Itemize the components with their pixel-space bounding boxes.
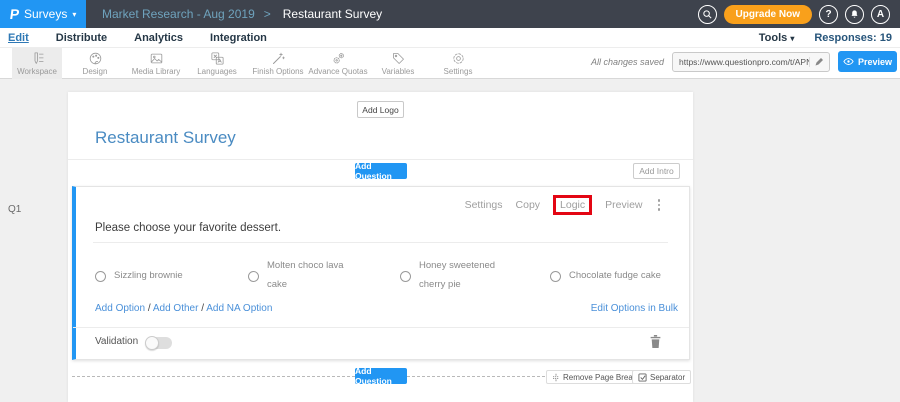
search-icon [702, 9, 713, 20]
toolbar-item-design[interactable]: Design [69, 48, 121, 79]
option-links: Add Option / Add Other / Add NA Option [95, 303, 272, 314]
radio-button[interactable] [550, 271, 561, 282]
survey-title[interactable]: Restaurant Survey [95, 128, 236, 148]
upgrade-now-button[interactable]: Upgrade Now [724, 5, 812, 24]
survey-url-value: https://www.questionpro.com/t/APNrFZ [679, 57, 809, 67]
breadcrumb-separator: > [264, 7, 271, 21]
tab-analytics[interactable]: Analytics [134, 32, 183, 44]
avatar[interactable]: A [871, 5, 890, 24]
workspace-icon [30, 51, 45, 66]
toolbar-item-workspace[interactable]: Workspace [12, 48, 62, 79]
radio-button[interactable] [400, 271, 411, 282]
toolbar-item-advance-quotas[interactable]: Advance Quotas [303, 48, 373, 79]
question-settings-button[interactable]: Settings [465, 199, 503, 211]
option-label[interactable]: Honey sweetened cherry pie [419, 257, 511, 294]
add-option-link[interactable]: Add Option [95, 303, 145, 314]
help-button[interactable]: ? [819, 5, 838, 24]
option-label[interactable]: Sizzling brownie [114, 267, 206, 286]
chevron-down-icon: ▾ [790, 34, 794, 43]
search-button[interactable] [698, 5, 717, 24]
option-label[interactable]: Chocolate fudge cake [569, 267, 661, 286]
topbar-actions: Upgrade Now ? A [698, 5, 900, 24]
delete-question-button[interactable] [649, 334, 662, 354]
toggle-knob [145, 336, 159, 350]
edit-url-button[interactable] [809, 57, 824, 67]
breadcrumb-current: Restaurant Survey [283, 7, 382, 21]
add-na-option-link[interactable]: Add NA Option [206, 303, 272, 314]
notifications-button[interactable] [845, 5, 864, 24]
save-status: All changes saved [591, 57, 664, 67]
question-preview-button[interactable]: Preview [605, 199, 642, 211]
add-question-button-bottom[interactable]: Add Question [355, 368, 407, 384]
add-other-link[interactable]: Add Other [153, 303, 199, 314]
magic-wand-icon [271, 51, 286, 66]
tab-integration[interactable]: Integration [210, 32, 267, 44]
add-intro-button[interactable]: Add Intro [633, 163, 680, 179]
remove-page-break-button[interactable]: Remove Page Break [546, 370, 643, 384]
add-question-button-top[interactable]: Add Question [355, 163, 407, 179]
gears-icon [331, 51, 346, 66]
question-text[interactable]: Please choose your favorite dessert. [95, 222, 281, 234]
toolbar-item-languages[interactable]: Languages [191, 48, 243, 79]
question-copy-button[interactable]: Copy [516, 199, 541, 211]
palette-icon [88, 51, 103, 66]
checkbox-checked-icon [638, 373, 647, 382]
validation-divider [73, 327, 689, 328]
toolbar-item-settings[interactable]: Settings [433, 48, 483, 79]
answer-option-4: Chocolate fudge cake [550, 255, 661, 297]
edit-options-in-bulk-link[interactable]: Edit Options in Bulk [591, 303, 678, 314]
add-logo-button[interactable]: Add Logo [357, 101, 404, 118]
survey-url-field[interactable]: https://www.questionpro.com/t/APNrFZ [672, 52, 830, 72]
answer-option-3: Honey sweetened cherry pie [400, 255, 511, 297]
question-more-menu[interactable] [656, 197, 663, 213]
pencil-icon [814, 57, 824, 67]
chevron-down-icon: ▾ [72, 10, 76, 19]
questionpro-survey-editor: P Surveys ▾ Market Research - Aug 2019 >… [0, 0, 900, 402]
link-separator: / [148, 303, 151, 314]
tab-distribute[interactable]: Distribute [56, 32, 107, 44]
surveys-menu-label: Surveys [24, 7, 67, 21]
survey-preview-button[interactable]: Preview [838, 51, 897, 72]
gear-icon [451, 51, 466, 66]
option-label[interactable]: Molten choco lava cake [267, 257, 359, 294]
radio-button[interactable] [248, 271, 259, 282]
breadcrumb: Market Research - Aug 2019 > Restaurant … [102, 7, 382, 21]
tag-icon [391, 51, 406, 66]
question-logic-button-highlighted[interactable]: Logic [553, 195, 592, 215]
question-number: Q1 [8, 204, 21, 215]
breadcrumb-parent-link[interactable]: Market Research - Aug 2019 [102, 7, 255, 21]
link-separator: / [201, 303, 204, 314]
topbar: P Surveys ▾ Market Research - Aug 2019 >… [0, 0, 900, 28]
header-divider [68, 159, 693, 160]
bell-icon [849, 9, 860, 20]
page-break-icon [552, 373, 560, 382]
main-nav: Edit Distribute Analytics Integration To… [0, 28, 900, 48]
tab-edit[interactable]: Edit [8, 32, 29, 44]
eye-icon [843, 57, 854, 66]
question-text-divider [93, 242, 668, 243]
answer-option-1: Sizzling brownie [95, 255, 206, 297]
translate-icon [210, 51, 225, 66]
questionpro-logo-icon: P [9, 6, 21, 22]
tools-menu[interactable]: Tools ▾ [759, 32, 795, 44]
answer-option-2: Molten choco lava cake [248, 255, 359, 297]
validation-label: Validation [95, 336, 138, 347]
toolbar-item-media-library[interactable]: Media Library [125, 48, 187, 79]
validation-toggle[interactable] [146, 337, 172, 349]
trash-icon [649, 334, 662, 349]
surveys-menu[interactable]: P Surveys ▾ [0, 0, 86, 28]
responses-count[interactable]: Responses: 19 [814, 32, 892, 44]
toolbar-item-variables[interactable]: Variables [373, 48, 423, 79]
question-menu: Settings Copy Logic Preview [420, 195, 662, 215]
radio-button[interactable] [95, 271, 106, 282]
image-icon [149, 51, 164, 66]
separator-button[interactable]: Separator [632, 370, 691, 384]
toolbar-item-finish-options[interactable]: Finish Options [247, 48, 309, 79]
